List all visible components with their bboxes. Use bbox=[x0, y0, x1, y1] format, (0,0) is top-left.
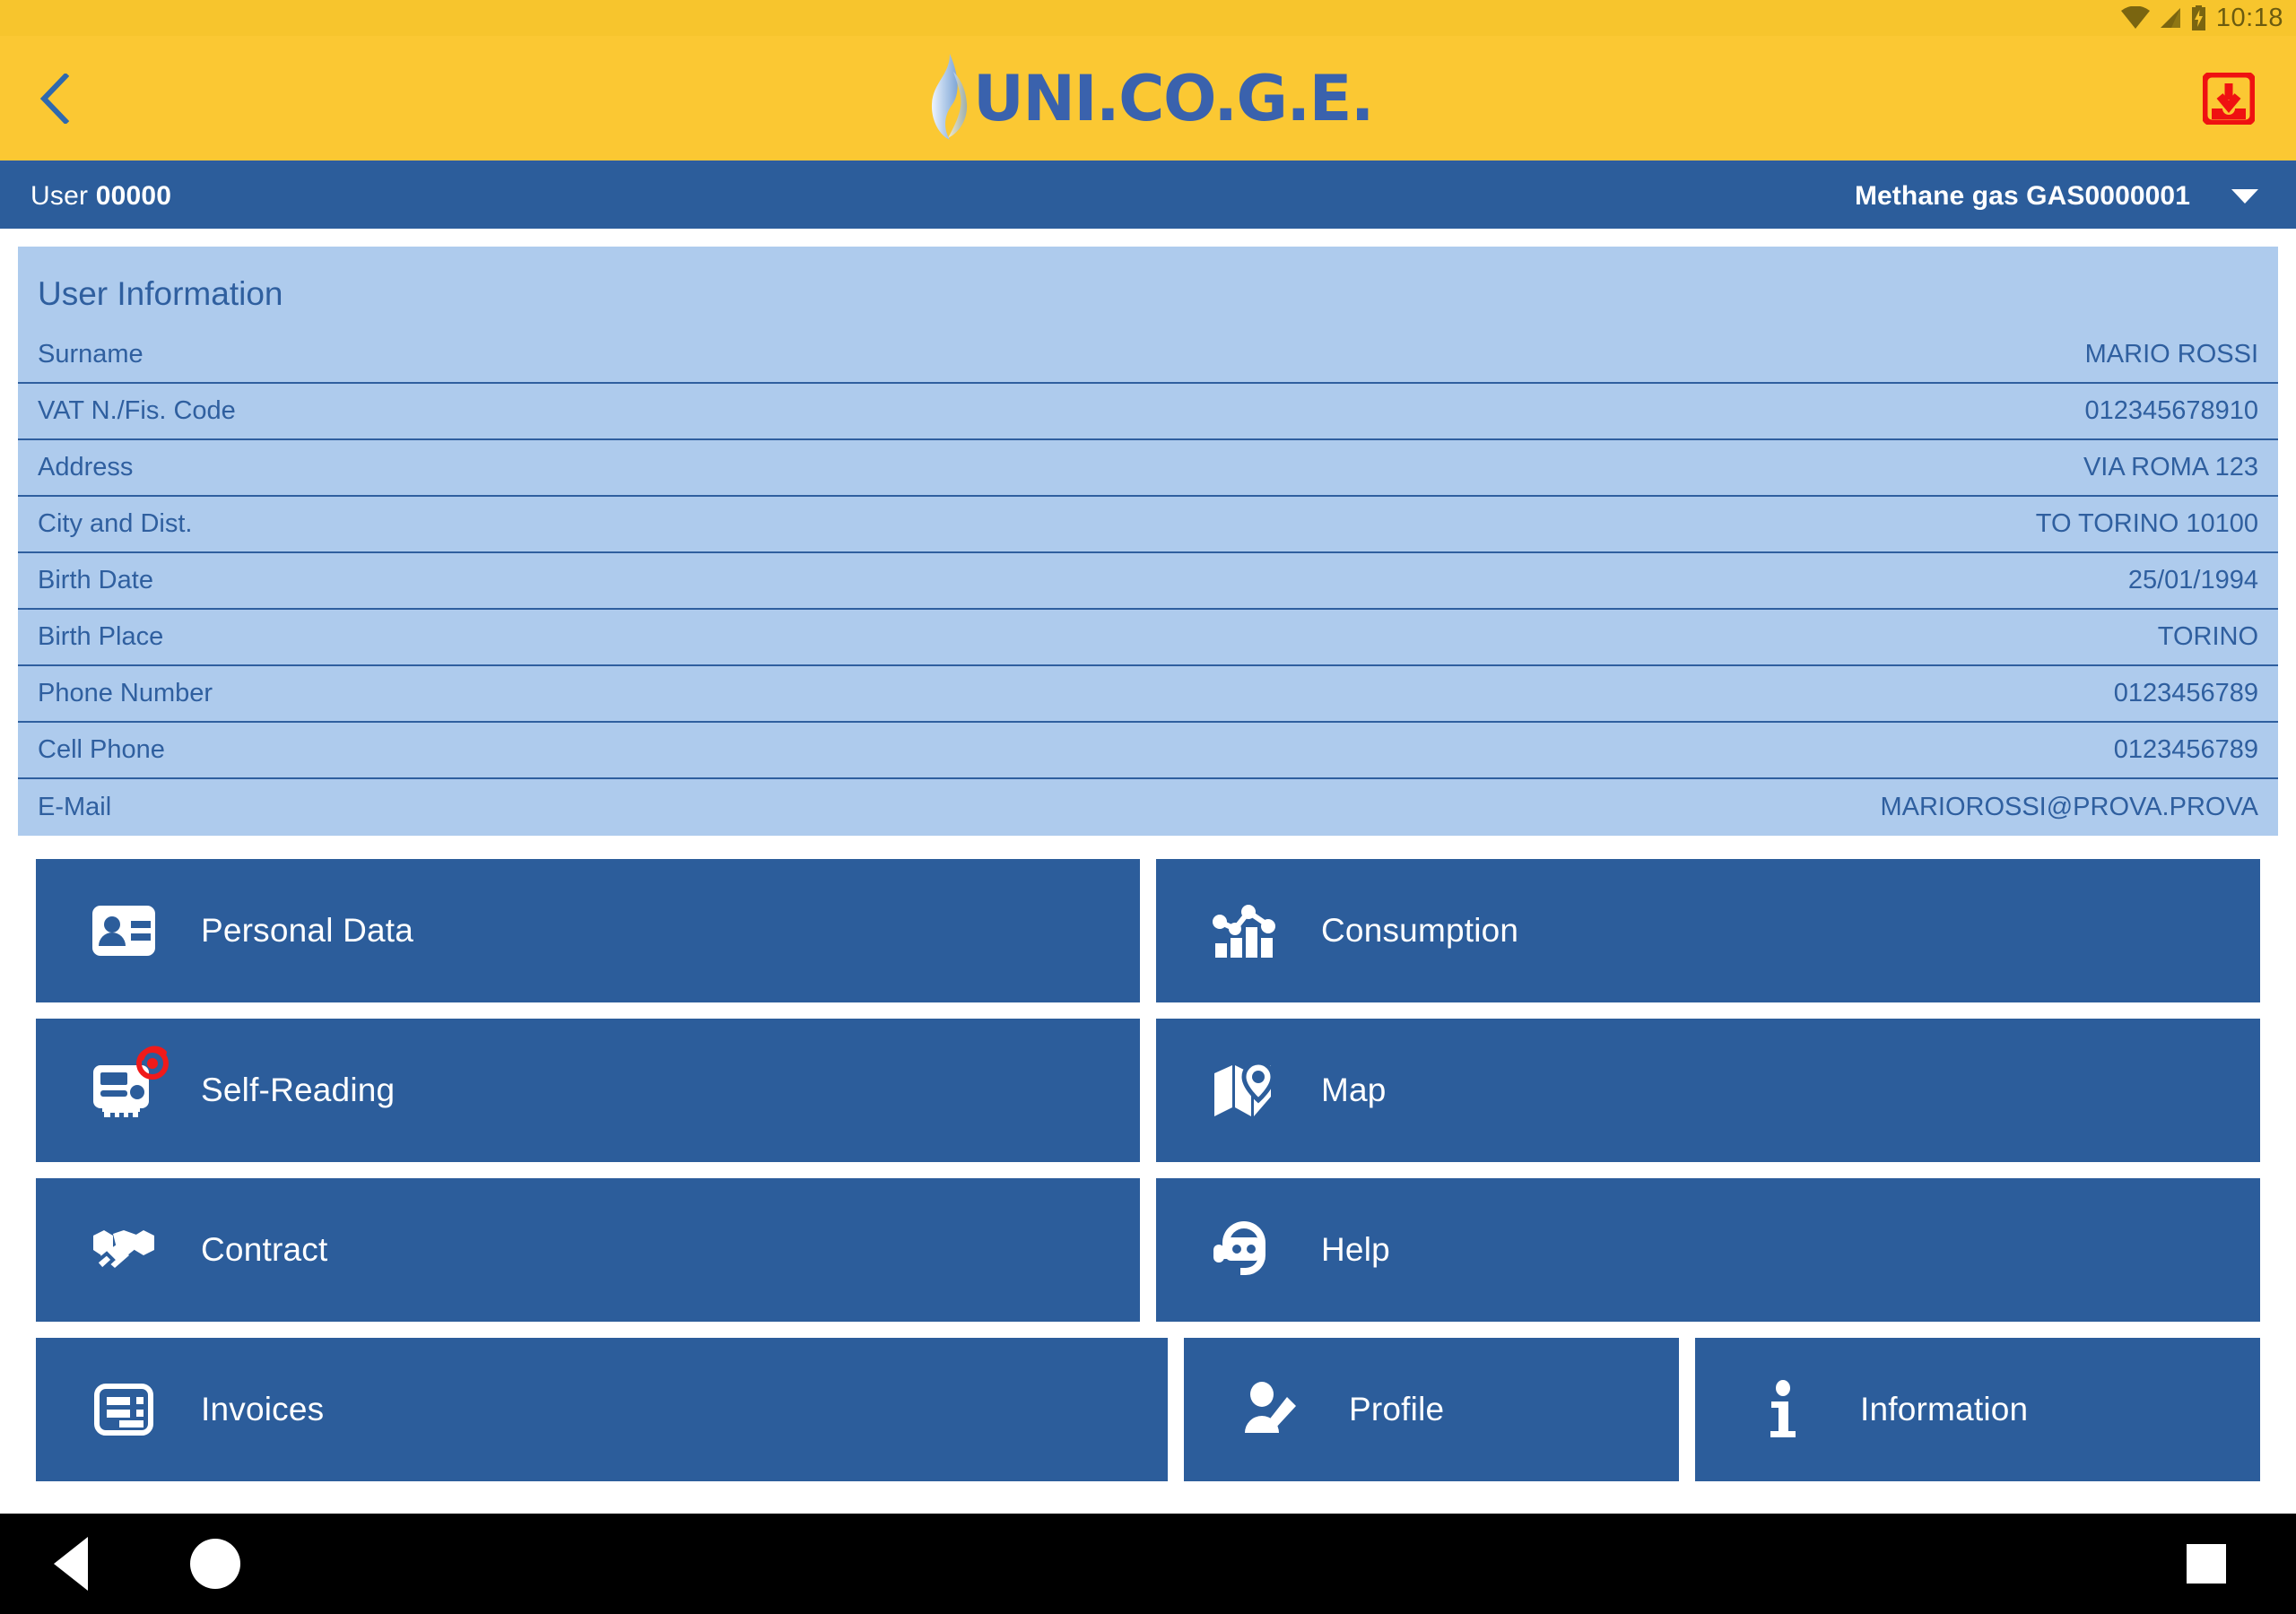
tile-row-1: Personal Data Consumption bbox=[36, 859, 2260, 1002]
gas-flame-icon bbox=[931, 53, 968, 140]
table-row: Phone Number 0123456789 bbox=[18, 666, 2278, 723]
chevron-down-icon bbox=[2231, 189, 2258, 204]
row-label: Cell Phone bbox=[38, 735, 165, 764]
app-logo: UNI.CO.G.E. bbox=[923, 53, 1374, 142]
row-value: 0123456789 bbox=[2113, 679, 2258, 707]
download-button[interactable] bbox=[2201, 71, 2257, 126]
table-row: City and Dist. TO TORINO 10100 bbox=[18, 497, 2278, 553]
row-label: E-Mail bbox=[38, 793, 112, 821]
meter-selector-value: Methane gas GAS0000001 bbox=[1854, 181, 2190, 211]
tile-help[interactable]: Help bbox=[1156, 1178, 2260, 1322]
row-label: VAT N./Fis. Code bbox=[38, 396, 236, 425]
android-home-icon[interactable] bbox=[190, 1539, 240, 1589]
user-number: 00000 bbox=[95, 181, 172, 211]
main-content: User Information Surname MARIO ROSSI VAT… bbox=[0, 229, 2296, 1481]
info-icon bbox=[1751, 1377, 1815, 1442]
android-back-icon[interactable] bbox=[54, 1537, 88, 1591]
status-bar-icons bbox=[2120, 5, 2207, 30]
tile-row-4-right: Profile Information bbox=[1184, 1338, 2260, 1481]
tile-consumption[interactable]: Consumption bbox=[1156, 859, 2260, 1002]
tile-label: Self-Reading bbox=[201, 1072, 396, 1108]
tile-self-reading[interactable]: Self-Reading bbox=[36, 1019, 1140, 1162]
table-row: Address VIA ROMA 123 bbox=[18, 440, 2278, 497]
user-information-card: User Information Surname MARIO ROSSI VAT… bbox=[18, 247, 2278, 836]
tile-label: Personal Data bbox=[201, 912, 414, 949]
battery-charging-icon bbox=[2191, 5, 2205, 30]
invoice-icon bbox=[91, 1377, 156, 1442]
tile-information[interactable]: Information bbox=[1695, 1338, 2260, 1481]
tile-label: Consumption bbox=[1321, 912, 1519, 949]
row-label: Address bbox=[38, 453, 134, 482]
table-row: Surname MARIO ROSSI bbox=[18, 327, 2278, 384]
user-context-bar: User 00000 Methane gas GAS0000001 bbox=[0, 164, 2296, 229]
row-label: Phone Number bbox=[38, 679, 213, 707]
tile-row-3: Contract Help bbox=[36, 1178, 2260, 1322]
tile-label: Help bbox=[1321, 1231, 1390, 1268]
gas-meter-icon bbox=[91, 1046, 169, 1123]
row-label: Surname bbox=[38, 340, 144, 369]
row-label: City and Dist. bbox=[38, 509, 193, 538]
tile-profile[interactable]: Profile bbox=[1184, 1338, 1679, 1481]
chevron-left-icon bbox=[39, 73, 69, 124]
app-header: UNI.CO.G.E. bbox=[0, 36, 2296, 164]
contact-card-icon bbox=[91, 898, 156, 963]
cellular-signal-icon bbox=[2160, 8, 2180, 28]
meter-selector-dropdown[interactable]: Methane gas GAS0000001 bbox=[1855, 181, 2266, 212]
row-value: TO TORINO 10100 bbox=[2035, 509, 2258, 538]
tile-label: Information bbox=[1860, 1391, 2029, 1427]
tile-row-4: Invoices Profile Information bbox=[36, 1338, 2260, 1481]
tile-label: Map bbox=[1321, 1072, 1387, 1108]
android-recents-icon[interactable] bbox=[2187, 1544, 2226, 1584]
row-label: Birth Date bbox=[38, 566, 153, 594]
tile-invoices[interactable]: Invoices bbox=[36, 1338, 1168, 1481]
row-label: Birth Place bbox=[38, 622, 164, 651]
row-value: 0123456789 bbox=[2113, 735, 2258, 764]
status-bar-clock: 10:18 bbox=[2215, 3, 2283, 32]
row-value: VIA ROMA 123 bbox=[2083, 453, 2258, 482]
map-pin-icon bbox=[1212, 1058, 1276, 1123]
tile-label: Contract bbox=[201, 1231, 328, 1268]
header-back-button[interactable] bbox=[0, 34, 108, 162]
tile-row-2: Self-Reading Map bbox=[36, 1019, 2260, 1162]
table-row: Cell Phone 0123456789 bbox=[18, 723, 2278, 779]
user-id-label: User 00000 bbox=[30, 181, 171, 212]
user-information-title: User Information bbox=[38, 275, 283, 312]
tile-personal-data[interactable]: Personal Data bbox=[36, 859, 1140, 1002]
android-navigation-bar bbox=[0, 1514, 2296, 1614]
row-value: MARIO ROSSI bbox=[2084, 340, 2258, 369]
row-value: TORINO bbox=[2157, 622, 2258, 651]
row-value: 012345678910 bbox=[2084, 396, 2258, 425]
notification-badge-icon bbox=[136, 1046, 169, 1080]
tile-contract[interactable]: Contract bbox=[36, 1178, 1140, 1322]
table-row: E-Mail MARIOROSSI@PROVA.PROVA bbox=[18, 779, 2278, 836]
download-inbox-icon bbox=[2203, 72, 2255, 125]
tile-label: Invoices bbox=[201, 1391, 325, 1427]
table-row: Birth Place TORINO bbox=[18, 610, 2278, 666]
bar-chart-icon bbox=[1212, 898, 1276, 963]
user-word: User bbox=[30, 181, 89, 211]
table-row: VAT N./Fis. Code 012345678910 bbox=[18, 384, 2278, 440]
table-row: Birth Date 25/01/1994 bbox=[18, 553, 2278, 610]
person-edit-icon bbox=[1239, 1377, 1304, 1442]
headset-support-icon bbox=[1212, 1218, 1276, 1282]
wifi-icon bbox=[2120, 6, 2150, 29]
app-logo-text: UNI.CO.G.E. bbox=[973, 61, 1374, 135]
handshake-icon bbox=[91, 1218, 156, 1282]
android-status-bar: 10:18 bbox=[0, 0, 2296, 36]
tile-label: Profile bbox=[1349, 1391, 1445, 1427]
row-value: MARIOROSSI@PROVA.PROVA bbox=[1880, 793, 2258, 821]
menu-tile-grid: Personal Data Consumption Self-Reading M… bbox=[18, 836, 2278, 1481]
row-value: 25/01/1994 bbox=[2127, 566, 2258, 594]
tile-map[interactable]: Map bbox=[1156, 1019, 2260, 1162]
